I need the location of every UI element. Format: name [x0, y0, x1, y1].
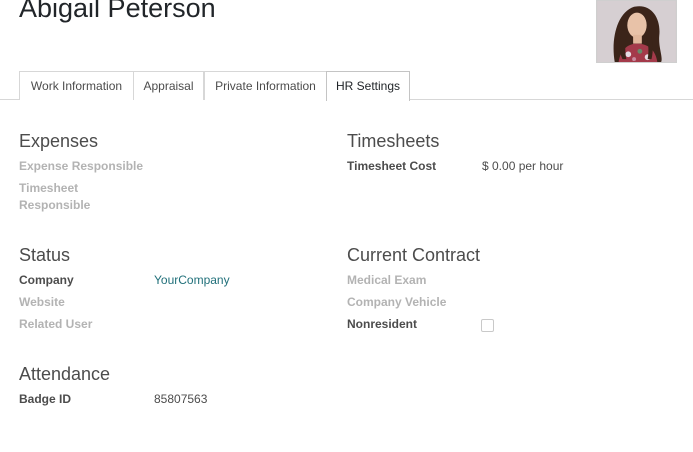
tab-appraisal[interactable]: Appraisal — [133, 71, 204, 100]
company-label: Company — [19, 273, 74, 287]
nonresident-checkbox[interactable] — [481, 319, 494, 332]
notebook-tabs: Work Information Appraisal Private Infor… — [0, 71, 693, 101]
tab-work-information[interactable]: Work Information — [19, 71, 134, 100]
timesheet-cost-label: Timesheet Cost — [347, 159, 437, 173]
nonresident-label: Nonresident — [347, 317, 418, 331]
badge-id-value[interactable]: 85807563 — [154, 391, 207, 408]
tab-hr-settings[interactable]: HR Settings — [326, 71, 410, 101]
employee-name[interactable]: Abigail Peterson — [19, 0, 216, 24]
tab-private-information[interactable]: Private Information — [204, 71, 327, 100]
status-section-title: Status — [19, 245, 71, 265]
timesheets-section-title: Timesheets — [347, 131, 440, 151]
company-link[interactable]: YourCompany — [154, 272, 230, 289]
timesheet-responsible-label-line2: Responsible — [19, 198, 91, 212]
expenses-section-title: Expenses — [19, 131, 99, 151]
company-vehicle-label: Company Vehicle — [347, 295, 447, 309]
badge-id-label: Badge ID — [19, 392, 72, 406]
attendance-section-title: Attendance — [19, 364, 111, 384]
employee-photo[interactable] — [596, 0, 677, 63]
current-contract-section-title: Current Contract — [347, 245, 481, 265]
website-label: Website — [19, 295, 65, 309]
timesheet-responsible-label-line1: Timesheet — [19, 181, 79, 195]
expense-responsible-label: Expense Responsible — [19, 159, 144, 173]
medical-exam-label: Medical Exam — [347, 273, 427, 287]
timesheet-cost-value[interactable]: $ 0.00 per hour — [482, 158, 563, 175]
employee-photo-image — [597, 1, 676, 62]
related-user-label: Related User — [19, 317, 93, 331]
